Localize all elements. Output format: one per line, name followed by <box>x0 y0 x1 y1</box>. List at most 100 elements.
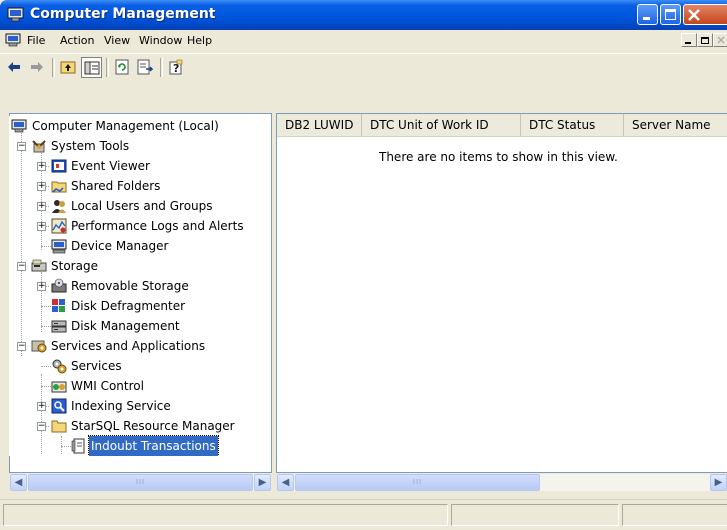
show-hide-console-tree-icon <box>84 61 100 75</box>
menu-file[interactable]: File <box>27 34 45 47</box>
tree-node-device-manager[interactable]: Device Manager <box>9 236 271 256</box>
tree-node-services[interactable]: Services <box>9 356 271 376</box>
indexing-icon <box>51 398 67 414</box>
status-panel-right <box>622 504 727 526</box>
minimize-icon <box>643 17 650 20</box>
help-icon: ? <box>169 59 183 75</box>
mdi-close-button[interactable] <box>713 33 727 47</box>
console-window-icon[interactable] <box>5 33 21 47</box>
scroll-thumb[interactable]: III <box>28 474 253 491</box>
tree-label: Removable Storage <box>71 279 189 293</box>
collapse-icon[interactable]: − <box>37 422 46 431</box>
tree-label: Services and Applications <box>51 339 206 353</box>
tree-node-indexing-service[interactable]: + Indexing Service <box>9 396 271 416</box>
export-list-button[interactable] <box>135 57 156 78</box>
tree-label: System Tools <box>51 139 130 153</box>
tree-node-storage[interactable]: − Storage <box>9 256 271 276</box>
computer-icon <box>11 119 27 133</box>
tree-node-system-tools[interactable]: − System Tools <box>9 136 271 156</box>
scroll-thumb[interactable]: III <box>295 474 540 491</box>
help-button[interactable]: ? <box>166 57 187 78</box>
back-button[interactable] <box>4 57 25 78</box>
expand-icon[interactable]: + <box>37 162 46 171</box>
tree-node-wmi-control[interactable]: WMI Control <box>9 376 271 396</box>
tree-node-performance-logs[interactable]: + Performance Logs and Alerts <box>9 216 271 236</box>
scroll-left-button[interactable]: ◀ <box>277 474 294 491</box>
column-header-dtc-status[interactable]: DTC Status <box>521 114 624 136</box>
removable-storage-icon <box>51 278 67 293</box>
minimize-button[interactable] <box>637 4 658 25</box>
tree-node-disk-defragmenter[interactable]: Disk Defragmenter <box>9 296 271 316</box>
users-icon <box>52 200 66 213</box>
tree-node-removable-storage[interactable]: + Removable Storage <box>9 276 271 296</box>
expand-icon[interactable]: + <box>37 222 46 231</box>
scroll-left-button[interactable]: ◀ <box>10 474 27 491</box>
menu-view[interactable]: View <box>104 34 130 47</box>
tree-label: Shared Folders <box>71 179 161 193</box>
disk-management-icon <box>51 320 67 333</box>
collapse-icon[interactable]: − <box>17 342 26 351</box>
maximize-button[interactable] <box>660 4 681 25</box>
tree-node-services-and-applications[interactable]: − Services and Applications <box>9 336 271 356</box>
column-header-server-name[interactable]: Server Name <box>624 114 727 136</box>
window-title: Computer Management <box>30 6 216 22</box>
export-list-icon <box>137 59 153 75</box>
console-tree: Computer Management (Local) − System Too… <box>9 116 271 456</box>
tree-horizontal-scrollbar[interactable]: ◀ III ▶ <box>10 474 271 491</box>
column-header-db2-luwid[interactable]: DB2 LUWID <box>277 114 362 136</box>
up-folder-icon <box>60 61 76 74</box>
event-viewer-icon <box>51 159 67 173</box>
forward-button[interactable] <box>27 57 48 78</box>
minimize-icon <box>685 42 691 44</box>
empty-list-message: There are no items to show in this view. <box>379 150 618 164</box>
column-header-dtc-unit-of-work-id[interactable]: DTC Unit of Work ID <box>362 114 521 136</box>
chevron-left-icon: ◀ <box>281 477 290 488</box>
list-horizontal-scrollbar[interactable]: ◀ III ▶ <box>277 474 727 491</box>
folder-icon <box>51 420 67 433</box>
wmi-icon <box>51 381 67 393</box>
menu-bar: File Action View Window Help <box>0 30 727 51</box>
expand-icon[interactable]: + <box>37 402 46 411</box>
services-icon <box>52 359 67 374</box>
computer-management-icon <box>7 7 24 22</box>
defrag-icon <box>52 299 65 312</box>
tree-label: Computer Management (Local) <box>32 119 219 133</box>
chevron-left-icon: ◀ <box>14 477 23 488</box>
tree-label: StarSQL Resource Manager <box>71 419 235 433</box>
scroll-right-button[interactable]: ▶ <box>254 474 271 491</box>
tree-node-disk-management[interactable]: Disk Management <box>9 316 271 336</box>
expand-icon[interactable]: + <box>37 182 46 191</box>
menu-window[interactable]: Window <box>139 34 182 47</box>
tree-label: Disk Management <box>71 319 180 333</box>
mdi-restore-button[interactable] <box>697 33 713 47</box>
refresh-button[interactable] <box>112 57 133 78</box>
collapse-icon[interactable]: − <box>17 142 26 151</box>
scroll-right-button[interactable]: ▶ <box>710 474 727 491</box>
mdi-minimize-button[interactable] <box>681 33 697 47</box>
services-apps-icon <box>31 340 47 353</box>
tree-label: Storage <box>51 259 98 273</box>
status-panel-middle <box>451 504 619 526</box>
tree-node-local-users-groups[interactable]: + Local Users and Groups <box>9 196 271 216</box>
tools-icon <box>32 140 46 153</box>
title-bar[interactable]: Computer Management <box>0 0 727 30</box>
show-hide-console-tree-button[interactable] <box>81 57 102 78</box>
document-icon <box>71 438 85 454</box>
up-level-button[interactable] <box>58 57 79 78</box>
tree-label: WMI Control <box>71 379 144 393</box>
menu-action[interactable]: Action <box>60 34 94 47</box>
collapse-icon[interactable]: − <box>17 262 26 271</box>
tree-node-starsql-resource-manager[interactable]: − StarSQL Resource Manager <box>9 416 271 436</box>
tree-node-shared-folders[interactable]: + Shared Folders <box>9 176 271 196</box>
toolbar: ? <box>0 53 727 82</box>
close-button[interactable] <box>683 4 727 25</box>
maximize-icon <box>665 9 676 20</box>
expand-icon[interactable]: + <box>37 282 46 291</box>
tree-label: Performance Logs and Alerts <box>71 219 244 233</box>
tree-node-event-viewer[interactable]: + Event Viewer <box>9 156 271 176</box>
tree-node-indoubt-transactions[interactable]: Indoubt Transactions <box>9 435 271 456</box>
refresh-icon <box>115 59 129 75</box>
expand-icon[interactable]: + <box>37 202 46 211</box>
menu-help[interactable]: Help <box>187 34 212 47</box>
tree-node-computer-management[interactable]: Computer Management (Local) <box>9 116 271 136</box>
